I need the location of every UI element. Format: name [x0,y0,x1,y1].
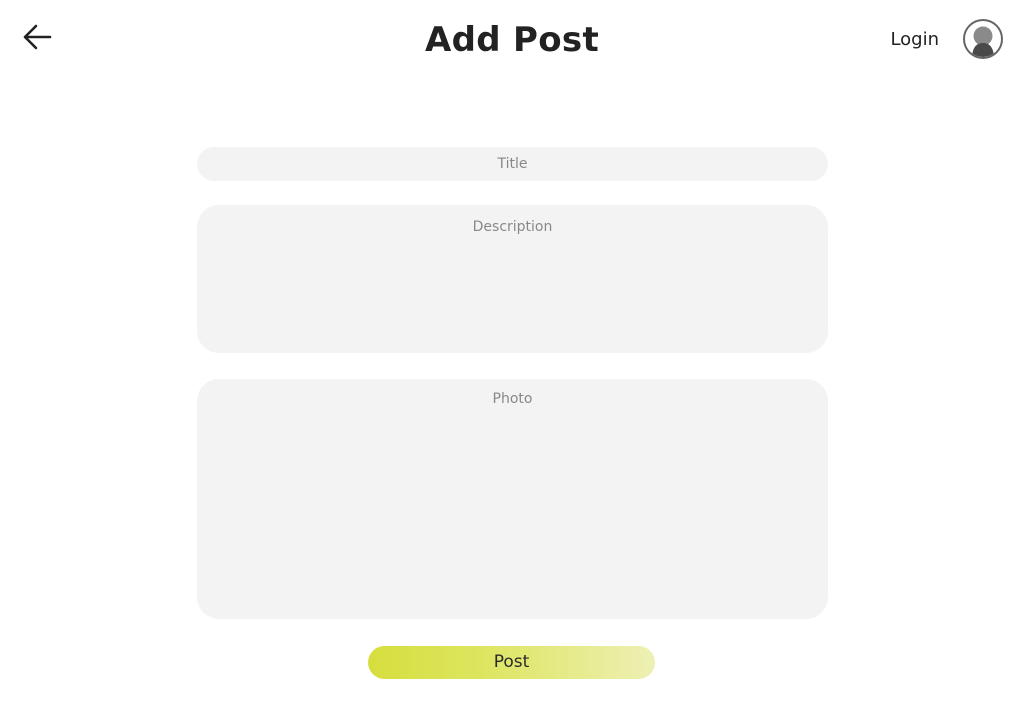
page-title: Add Post [425,20,599,60]
login-link[interactable]: Login [890,29,939,50]
title-input[interactable]: Title [197,147,828,181]
description-input[interactable]: Description [197,205,828,353]
avatar-button[interactable] [963,19,1003,59]
user-avatar-icon [972,26,994,57]
post-button[interactable]: Post [368,646,655,679]
photo-upload-area[interactable]: Photo [197,379,828,619]
